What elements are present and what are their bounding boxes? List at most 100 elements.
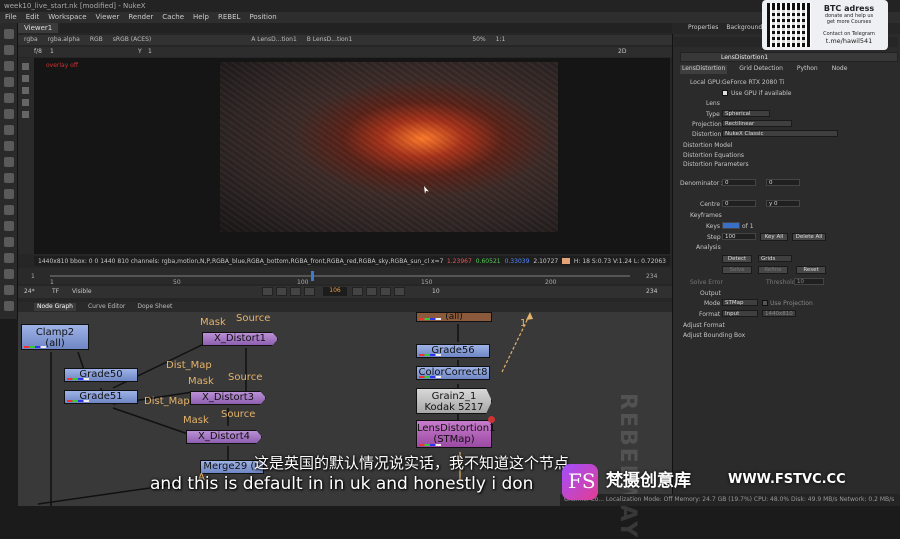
move-icon[interactable] <box>22 75 29 82</box>
frame-small[interactable]: 1 <box>50 48 54 55</box>
furnace-icon[interactable] <box>4 285 14 295</box>
zoom-dropdown[interactable]: 50% <box>472 36 485 44</box>
keyer-icon[interactable] <box>4 141 14 151</box>
next-key-button[interactable] <box>380 287 391 296</box>
subtab-lensdistortion[interactable]: LensDistortion <box>680 65 728 74</box>
last-frame-button[interactable] <box>394 287 405 296</box>
tab-curve-editor[interactable]: Curve Editor <box>88 303 125 311</box>
tab-properties[interactable]: Properties <box>688 24 718 33</box>
grids-dropdown[interactable]: Grids <box>758 255 792 262</box>
distortion-dropdown[interactable]: NukeX Classic <box>722 130 838 137</box>
crop-icon[interactable] <box>22 87 29 94</box>
delete-all-button[interactable]: Delete All <box>792 233 826 241</box>
timeline-playhead[interactable] <box>311 271 314 281</box>
group-adjust-bbox[interactable]: Adjust Bounding Box <box>683 332 745 339</box>
view-mode[interactable]: 2D <box>618 48 626 55</box>
node-x-distort1[interactable]: X_Distort1 <box>202 332 278 346</box>
transform-icon[interactable] <box>4 173 14 183</box>
node-x-distort3[interactable]: X_Distort3 <box>190 391 266 405</box>
other-icon[interactable] <box>4 269 14 279</box>
threshold-field[interactable]: 10 <box>794 278 824 285</box>
prev-step-button[interactable] <box>290 287 301 296</box>
group-distortion-model[interactable]: Distortion Model <box>683 142 732 149</box>
node-colorcorrect8[interactable]: ColorCorrect8 <box>416 366 490 380</box>
time-icon[interactable] <box>4 77 14 87</box>
use-gpu-checkbox[interactable] <box>722 90 728 96</box>
tab-background[interactable]: Background <box>726 24 762 33</box>
format-size-dropdown[interactable]: 1440x810 <box>762 310 796 317</box>
input-a-dropdown[interactable]: A LensD...tion1 <box>251 36 297 44</box>
subtab-grid-detection[interactable]: Grid Detection <box>737 65 785 74</box>
refine-button[interactable]: Refine <box>758 266 788 274</box>
format-dropdown[interactable]: Input <box>722 310 758 317</box>
mode-dropdown[interactable]: STMap <box>722 299 758 306</box>
group-adjust-format[interactable]: Adjust Format <box>683 322 725 329</box>
timeline-track[interactable] <box>50 275 630 277</box>
node-name[interactable]: LensDistortion1 <box>721 54 768 61</box>
menu-help[interactable]: Help <box>193 13 209 22</box>
color-icon[interactable] <box>4 109 14 119</box>
node-grade56[interactable]: Grade56 <box>416 344 490 358</box>
node-top-all[interactable]: (all) <box>416 312 492 322</box>
node-lensdistortion1[interactable]: LensDistortion1 (STMap) <box>416 420 495 448</box>
prev-key-button[interactable] <box>276 287 287 296</box>
step-field[interactable]: 100 <box>722 233 756 240</box>
channel-icon[interactable] <box>4 93 14 103</box>
node-grade50[interactable]: Grade50 <box>64 368 138 382</box>
merge-icon[interactable] <box>4 157 14 167</box>
node-grain2-1[interactable]: Grain2_1 Kodak 5217 <box>416 388 492 414</box>
particles-icon[interactable] <box>4 237 14 247</box>
roi-icon[interactable] <box>22 99 29 106</box>
menu-file[interactable]: File <box>5 13 17 22</box>
type-dropdown[interactable]: Spherical <box>722 110 770 117</box>
projection-dropdown[interactable]: Rectilinear <box>722 120 792 127</box>
menu-edit[interactable]: Edit <box>26 13 40 22</box>
menu-render[interactable]: Render <box>128 13 153 22</box>
node-x-distort4[interactable]: X_Distort4 <box>186 430 262 444</box>
subtab-python[interactable]: Python <box>795 65 820 74</box>
3d-icon[interactable] <box>4 189 14 199</box>
pointer-icon[interactable] <box>4 29 14 39</box>
draw-icon[interactable] <box>4 61 14 71</box>
colorspace-dropdown[interactable]: sRGB (ACES) <box>113 36 151 44</box>
node-clamp2[interactable]: Clamp2 (all) <box>21 324 89 350</box>
gain-value[interactable]: 1 <box>148 48 152 55</box>
menu-workspace[interactable]: Workspace <box>48 13 86 22</box>
detect-button[interactable]: Detect <box>722 255 752 263</box>
display-dropdown[interactable]: RGB <box>90 36 103 44</box>
brush-icon[interactable] <box>22 111 29 118</box>
subtab-node[interactable]: Node <box>830 65 850 74</box>
next-step-button[interactable] <box>366 287 377 296</box>
filter-icon[interactable] <box>4 125 14 135</box>
keys-field[interactable] <box>722 222 740 229</box>
group-distortion-parameters[interactable]: Distortion Parameters <box>683 161 749 168</box>
channels-dropdown[interactable]: rgba <box>24 36 38 44</box>
metadata-icon[interactable] <box>4 221 14 231</box>
play-back-button[interactable] <box>304 287 315 296</box>
menu-rebel[interactable]: REBEL <box>218 13 240 22</box>
centre-y-field[interactable]: y 0 <box>766 200 800 207</box>
first-frame-button[interactable] <box>262 287 273 296</box>
reset-button[interactable]: Reset <box>796 266 826 274</box>
fstop-label[interactable]: f/8 <box>34 48 42 55</box>
current-frame-field[interactable]: 106 <box>323 287 347 296</box>
plugins-icon[interactable] <box>4 301 14 311</box>
tab-node-graph[interactable]: Node Graph <box>34 303 76 311</box>
denominator-y-field[interactable]: 0 <box>766 179 800 186</box>
menu-viewer[interactable]: Viewer <box>96 13 120 22</box>
centre-x-field[interactable]: 0 <box>722 200 756 207</box>
menu-position[interactable]: Position <box>249 13 276 22</box>
tf-dropdown[interactable]: TF <box>52 288 59 295</box>
toolsets-icon[interactable] <box>4 253 14 263</box>
tab-viewer1[interactable]: Viewer1 <box>18 23 59 33</box>
solve-button[interactable]: Solve <box>722 266 752 274</box>
use-projection-checkbox[interactable] <box>762 300 768 306</box>
ratio-dropdown[interactable]: 1:1 <box>496 36 506 44</box>
alpha-dropdown[interactable]: rgba.alpha <box>48 36 80 44</box>
group-distortion-equations[interactable]: Distortion Equations <box>683 152 744 159</box>
node-grade51[interactable]: Grade51 <box>64 390 138 404</box>
fps-dropdown[interactable]: 24* <box>24 288 35 295</box>
image-icon[interactable] <box>4 45 14 55</box>
step-field[interactable]: 10 <box>432 288 440 295</box>
input-b-dropdown[interactable]: B LensD...tion1 <box>307 36 353 44</box>
